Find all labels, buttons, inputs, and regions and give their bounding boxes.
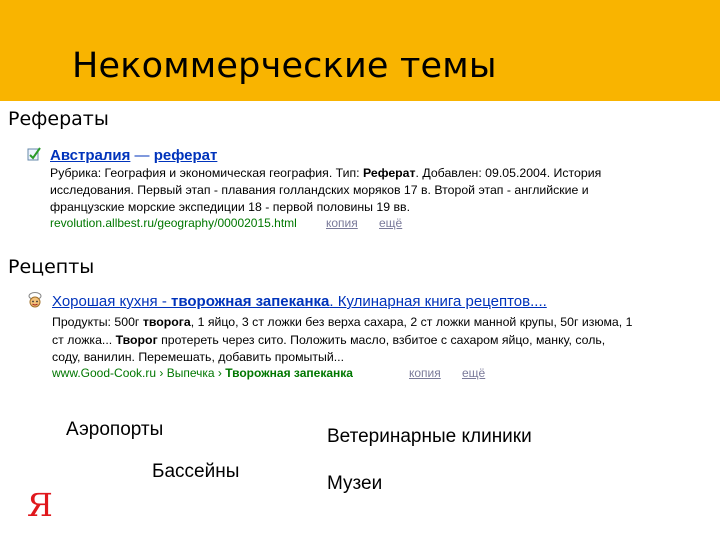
result-url[interactable]: revolution.allbest.ru/geography/00002015… [50, 216, 297, 230]
result-url[interactable]: www.Good-Cook.ru › Выпечка › Творожная з… [52, 366, 353, 380]
snippet-highlight: Творог [115, 333, 158, 347]
result-title-part: . Кулинарная книга рецептов.... [329, 293, 547, 310]
snippet-text: . Добавлен: 09.05.2004. История [415, 166, 602, 180]
result-title-part: реферат [153, 147, 218, 164]
snippet-highlight: Реферат [363, 166, 416, 180]
cached-copy-link[interactable]: копия [409, 366, 441, 380]
url-segment: www.Good-Cook.ru [52, 366, 157, 380]
result-title-part: Хорошая кухня - [52, 293, 171, 310]
url-separator: › [214, 366, 226, 380]
snippet-text: Рубрика: География и экономическая геогр… [50, 166, 363, 180]
snippet-text: ст ложка... [52, 333, 116, 347]
snippet-highlight: творога [142, 315, 191, 329]
topic-airports: Аэропорты [66, 419, 164, 440]
result-title-link[interactable]: Австралия — реферат [50, 147, 217, 164]
snippet-text: , 1 яйцо, 3 ст ложки без верха сахара, 2… [190, 315, 633, 329]
result-title-link[interactable]: Хорошая кухня - творожная запеканка. Кул… [52, 293, 547, 310]
result-snippet-line: ст ложка... Творог протереть через сито.… [52, 333, 605, 347]
topic-vet-clinics: Ветеринарные клиники [327, 426, 532, 447]
result-title-part: Австралия [50, 147, 131, 164]
section-label-essays: Рефераты [8, 108, 109, 130]
snippet-text: Продукты: 500г [52, 315, 143, 329]
topic-museums: Музеи [327, 473, 383, 494]
url-segment: Выпечка [166, 366, 215, 380]
topic-pools: Бассейны [152, 461, 240, 482]
section-label-recipes: Рецепты [8, 256, 95, 278]
url-separator: › [156, 366, 167, 380]
result-snippet-line: Продукты: 500г творога, 1 яйцо, 3 ст лож… [52, 315, 632, 329]
result-snippet-line: исследования. Первый этап - плавания гол… [50, 183, 589, 197]
url-segment: Творожная запеканка [225, 366, 353, 380]
result-snippet-line: Рубрика: География и экономическая геогр… [50, 166, 601, 180]
yandex-logo: Я [27, 486, 53, 524]
more-link[interactable]: ещё [379, 216, 402, 230]
result-title-part: творожная запеканка [171, 293, 330, 310]
chef-favicon-icon [27, 292, 43, 315]
result-snippet-line: французские морские экспедиции 18 - перв… [50, 200, 410, 214]
result-snippet-line: соду, ванилин. Перемешать, добавить пром… [52, 350, 344, 364]
document-favicon-icon [26, 146, 42, 167]
page-title: Некоммерческие темы [72, 46, 497, 86]
result-title-separator: — [130, 147, 154, 164]
snippet-text: протереть через сито. Положить масло, вз… [157, 333, 606, 347]
more-link[interactable]: ещё [462, 366, 485, 380]
title-banner: Некоммерческие темы [0, 0, 720, 101]
cached-copy-link[interactable]: копия [326, 216, 358, 230]
